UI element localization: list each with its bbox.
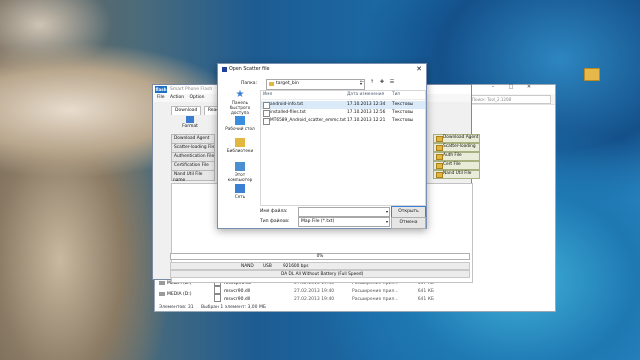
chevron-down-icon: ▾ xyxy=(385,219,388,224)
dialog-title: Open Scatter file xyxy=(229,67,270,72)
download-progress-bar: 0% xyxy=(170,253,470,260)
format-icon xyxy=(186,116,194,123)
view-menu-icon[interactable]: ☰ xyxy=(388,79,396,86)
new-folder-icon[interactable]: ✚ xyxy=(378,79,386,86)
cert-file-button[interactable]: Cert File xyxy=(433,161,480,170)
menu-action[interactable]: Action xyxy=(170,95,184,100)
file-row[interactable]: android-info.txt 17.10.2013 12:34 Тексто… xyxy=(261,101,425,109)
file-row[interactable]: msvcr90.dll 27.02.2013 19:40 Расширение пр… xyxy=(214,294,444,303)
filename-label: Имя файла: xyxy=(260,209,288,214)
dialog-titlebar: Open Scatter file ✕ xyxy=(218,64,426,75)
drive-icon xyxy=(159,291,165,296)
column-name[interactable]: Имя xyxy=(263,91,272,99)
network-icon xyxy=(235,184,245,193)
column-date[interactable]: Дата изменения xyxy=(347,91,384,99)
menu-option[interactable]: Option xyxy=(190,95,205,100)
computer-icon xyxy=(235,162,245,171)
star-icon: ★ xyxy=(235,89,245,100)
places-bar: ★ Панель быстрого доступа Рабочий стол Б… xyxy=(222,90,258,204)
filename-input[interactable]: ▾ xyxy=(298,207,390,217)
dialog-toolbar: ← ↑ ✚ ☰ xyxy=(358,79,406,88)
place-network[interactable]: Сеть xyxy=(222,184,258,206)
chevron-down-icon: ▾ xyxy=(385,209,388,214)
maximize-icon[interactable]: □ xyxy=(503,83,519,91)
close-icon[interactable]: ✕ xyxy=(521,83,537,91)
file-row[interactable]: MT6589_Android_scatter_emmc.txt 17.10.20… xyxy=(261,117,425,125)
tab-download[interactable]: Download xyxy=(171,106,202,115)
text-file-icon xyxy=(263,118,270,125)
app-icon xyxy=(222,67,227,72)
minimize-icon[interactable]: – xyxy=(485,83,501,91)
file-row[interactable]: installed-files.txt 17.10.2013 12:56 Тек… xyxy=(261,109,425,117)
dll-file-icon xyxy=(214,286,221,294)
download-mode-text: DA DL All Without Battery (Full Speed) xyxy=(281,272,364,277)
text-file-icon xyxy=(263,110,270,117)
drive-icon xyxy=(159,280,165,285)
flash-tool-logo: flash xyxy=(155,86,167,93)
nav-drive-d-2[interactable]: MEDIA (D:) xyxy=(159,291,192,299)
auth-file-button[interactable]: Auth File xyxy=(433,152,480,161)
place-desktop[interactable]: Рабочий стол xyxy=(222,116,258,138)
filetype-label: Тип файлов: xyxy=(260,219,290,224)
format-button[interactable]: Format xyxy=(181,116,199,130)
open-scatter-file-dialog: Open Scatter file ✕ Папка: target_bin ▾ … xyxy=(217,63,427,229)
up-folder-icon[interactable]: ↑ xyxy=(368,79,376,86)
menu-file[interactable]: File xyxy=(157,95,165,100)
cancel-button[interactable]: Отмена xyxy=(391,217,426,229)
flash-tool-status-bar: NAND USB 921600 bps xyxy=(170,262,470,270)
place-this-pc[interactable]: Этот компьютер xyxy=(222,162,258,184)
look-in-label: Папка: xyxy=(241,81,258,86)
baud-rate: 921600 bps xyxy=(283,264,309,269)
place-libraries[interactable]: Библиотеки xyxy=(222,138,258,160)
desktop-icon xyxy=(235,116,245,125)
file-list-header: Имя Дата изменения Тип xyxy=(261,91,425,100)
flash-tool-mode-bar: DA DL All Without Battery (Full Speed) xyxy=(170,270,470,278)
text-file-icon xyxy=(263,102,270,109)
scatter-loading-button[interactable]: Scatter-loading xyxy=(433,143,480,152)
explorer-status-bar: Элементов: 31 Выбран 1 элемент: 3,00 МБ xyxy=(159,305,266,310)
folder-icon xyxy=(584,68,600,81)
nand-util-file-button[interactable]: Nand Util File xyxy=(433,170,480,179)
search-input[interactable]: Поиск: Tool_2.1208 xyxy=(469,95,551,104)
filetype-select[interactable]: Map File (*.txt) ▾ xyxy=(298,217,390,227)
download-agent-button[interactable]: Download Agent xyxy=(433,134,480,143)
back-icon[interactable]: ← xyxy=(358,79,366,86)
close-icon[interactable]: ✕ xyxy=(416,65,422,73)
desktop-folder-icon[interactable] xyxy=(582,68,602,90)
dialog-file-list[interactable]: Имя Дата изменения Тип android-info.txt … xyxy=(260,90,426,206)
column-type[interactable]: Тип xyxy=(392,91,400,99)
look-in-combo[interactable]: target_bin ▾ xyxy=(266,79,365,90)
place-quick-access[interactable]: ★ Панель быстрого доступа xyxy=(222,89,258,116)
libraries-icon xyxy=(235,138,245,147)
dll-file-icon xyxy=(214,294,221,302)
flash-tool-title: Smart Phone Flash xyxy=(170,87,213,92)
nand-status: NAND xyxy=(241,264,254,269)
usb-status: USB xyxy=(263,264,272,269)
